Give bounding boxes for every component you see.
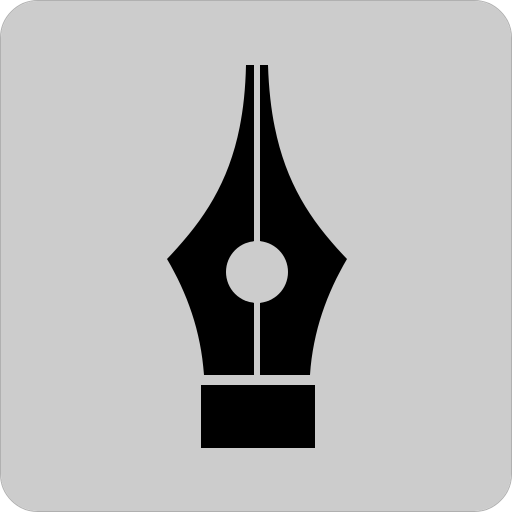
nib-base-block xyxy=(201,385,315,448)
app-icon-tile[interactable] xyxy=(0,0,512,512)
nib-slit xyxy=(254,65,260,375)
fountain-pen-nib-icon xyxy=(1,1,511,511)
